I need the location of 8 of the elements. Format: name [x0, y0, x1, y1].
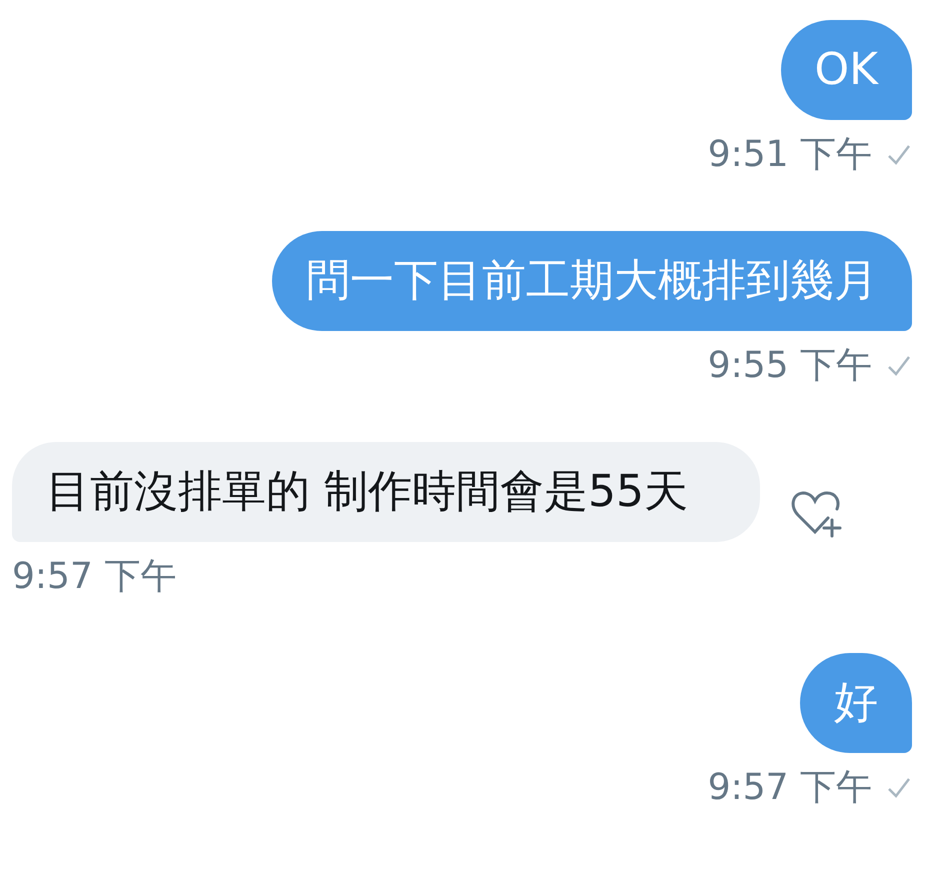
message-time: 9:55 下午 — [708, 344, 872, 388]
message-bubble: 目前沒排單的 制作時間會是55天 — [12, 442, 760, 542]
message-bubble: 問一下目前工期大概排到幾月 — [272, 231, 912, 331]
message-bubble: OK — [780, 20, 912, 120]
message-time: 9:57 下午 — [12, 555, 176, 599]
message-bubble: 好 — [800, 653, 912, 753]
message-time: 9:51 下午 — [708, 133, 872, 177]
message-time: 9:57 下午 — [708, 766, 872, 810]
